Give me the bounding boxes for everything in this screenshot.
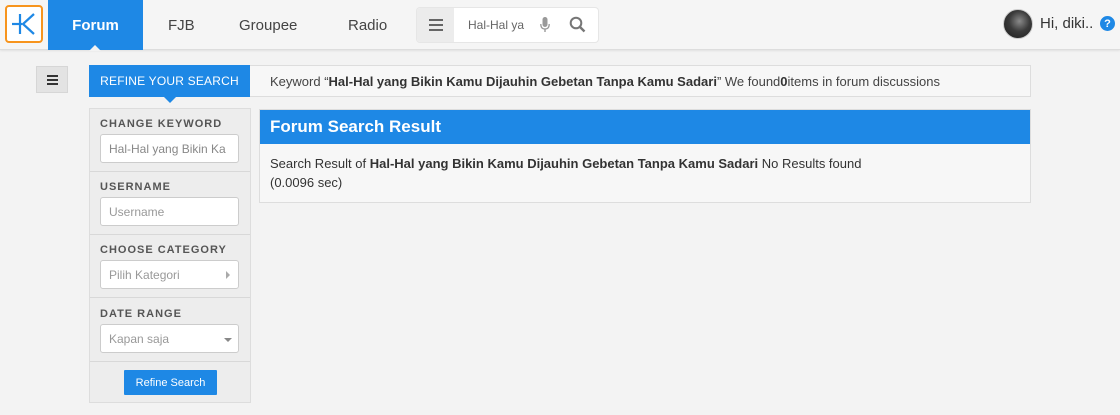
username-section: USERNAME Username	[90, 172, 250, 235]
result-prefix: Search Result of	[270, 156, 370, 171]
nav-fjb[interactable]: FJB	[168, 0, 195, 50]
keyword-section: CHANGE KEYWORD Hal-Hal yang Bikin Ka	[90, 109, 250, 172]
keyword-field[interactable]: Hal-Hal yang Bikin Ka	[100, 134, 239, 163]
date-section: DATE RANGE Kapan saja	[90, 298, 250, 362]
nav-radio[interactable]: Radio	[348, 0, 387, 50]
result-count: 0	[780, 73, 788, 89]
result-status: No Results found	[758, 156, 862, 171]
refine-search-tab[interactable]: REFINE YOUR SEARCH	[89, 65, 250, 103]
logo-icon	[12, 13, 35, 35]
refine-search-button[interactable]: Refine Search	[124, 370, 217, 395]
username-field[interactable]: Username	[100, 197, 239, 226]
keyword-middle: ” We found	[716, 73, 781, 89]
keyword-text: Hal-Hal yang Bikin Kamu Dijauhin Gebetan…	[328, 73, 717, 89]
username-label: USERNAME	[100, 181, 171, 193]
filter-panel: CHANGE KEYWORD Hal-Hal yang Bikin Ka USE…	[89, 108, 251, 403]
keyword-summary: Keyword “Hal-Hal yang Bikin Kamu Dijauhi…	[250, 65, 1031, 97]
user-greeting[interactable]: Hi, diki..	[1040, 15, 1093, 32]
keyword-suffix: items in forum discussions	[787, 73, 940, 89]
category-value: Pilih Kategori	[109, 267, 180, 282]
category-label: CHOOSE CATEGORY	[100, 244, 227, 256]
menu-icon	[428, 19, 443, 31]
chevron-down-icon	[224, 338, 232, 342]
kaskus-logo[interactable]	[5, 5, 43, 43]
search-menu-button[interactable]	[417, 8, 454, 42]
search-result-panel: Forum Search Result Search Result of Hal…	[259, 109, 1031, 203]
avatar[interactable]	[1003, 9, 1033, 39]
category-select[interactable]: Pilih Kategori	[100, 260, 239, 289]
date-range-label: DATE RANGE	[100, 308, 182, 320]
result-title: Forum Search Result	[260, 110, 1030, 144]
search-input[interactable]: Hal-Hal ya	[468, 18, 530, 32]
sidebar-toggle-button[interactable]	[36, 66, 68, 93]
top-navbar: Forum FJB Groupee Radio Hal-Hal ya Hi, d…	[0, 0, 1120, 51]
date-range-value: Kapan saja	[109, 331, 170, 346]
menu-icon	[46, 74, 58, 85]
search-icon[interactable]	[569, 16, 586, 33]
result-keyword: Hal-Hal yang Bikin Kamu Dijauhin Gebetan…	[369, 156, 759, 171]
date-range-select[interactable]: Kapan saja	[100, 324, 239, 353]
keyword-prefix: Keyword “	[270, 73, 329, 89]
result-message: Search Result of Hal-Hal yang Bikin Kamu…	[270, 156, 861, 171]
help-icon[interactable]: ?	[1100, 16, 1115, 31]
microphone-icon[interactable]	[540, 17, 550, 33]
nav-forum[interactable]: Forum	[48, 0, 143, 51]
result-time: (0.0096 sec)	[270, 175, 343, 190]
search-box: Hal-Hal ya	[417, 8, 598, 42]
nav-groupee[interactable]: Groupee	[239, 0, 297, 50]
change-keyword-label: CHANGE KEYWORD	[100, 118, 223, 130]
category-section: CHOOSE CATEGORY Pilih Kategori	[90, 235, 250, 298]
chevron-right-icon	[226, 271, 230, 279]
